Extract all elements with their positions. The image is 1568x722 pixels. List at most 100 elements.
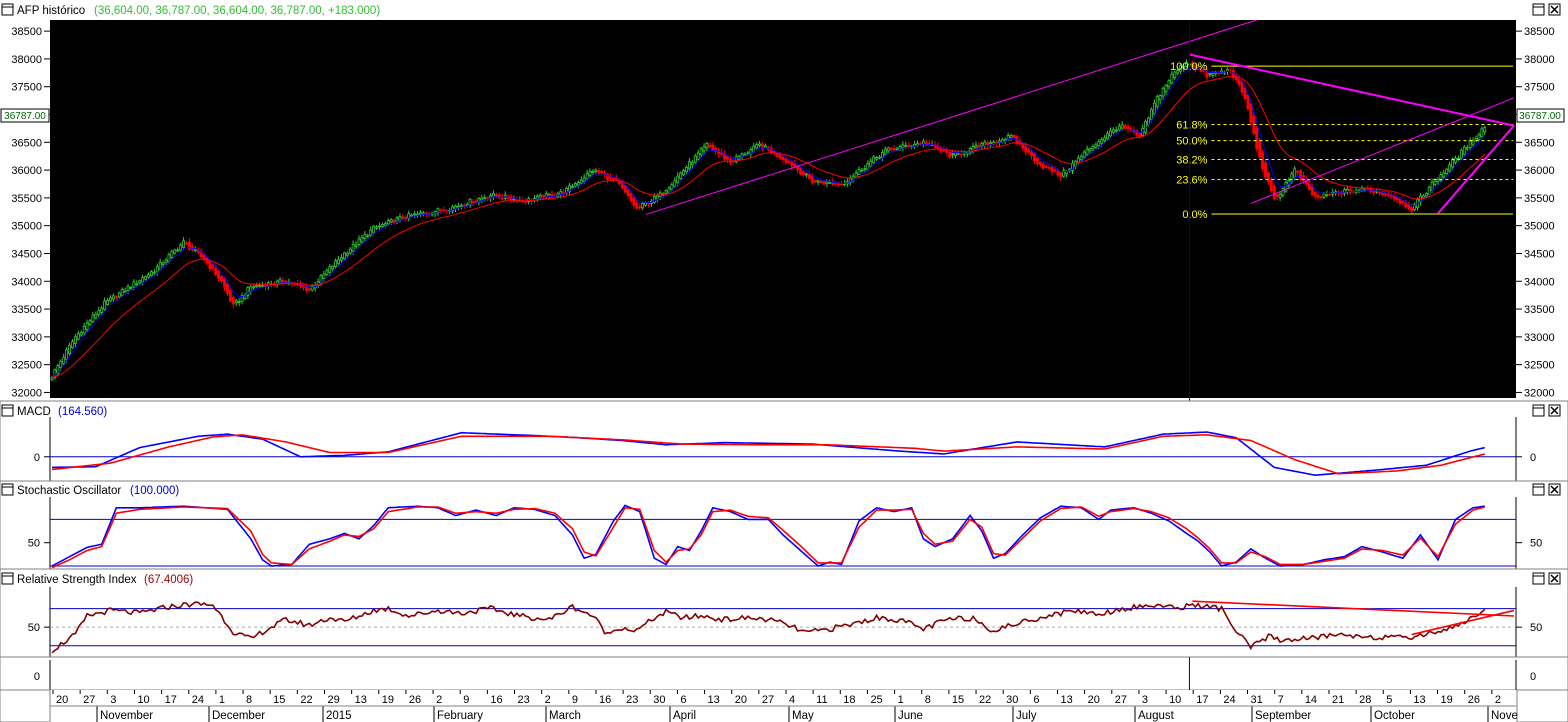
candle-up bbox=[1436, 178, 1440, 183]
maximize-icon[interactable] bbox=[1532, 404, 1545, 417]
candle-up bbox=[261, 284, 264, 287]
pane-window-icon[interactable] bbox=[1, 404, 14, 417]
date-tick-label: 10 bbox=[1169, 694, 1181, 706]
candle-up bbox=[158, 261, 162, 270]
candle-up bbox=[155, 266, 159, 273]
candle-up bbox=[989, 142, 993, 145]
date-tick-label: 16 bbox=[490, 694, 502, 706]
pane-window-icon[interactable] bbox=[1, 483, 14, 496]
candle-up bbox=[258, 285, 262, 288]
candle-up bbox=[1114, 129, 1118, 132]
price-tick-label: 35500 bbox=[1524, 193, 1555, 205]
candle-down bbox=[1138, 132, 1142, 137]
candle-down bbox=[217, 271, 221, 279]
close-icon[interactable] bbox=[1548, 3, 1561, 16]
price-tick-label: 38500 bbox=[11, 26, 42, 38]
candle-down bbox=[1319, 196, 1323, 199]
candle-up bbox=[147, 274, 150, 278]
candle-down bbox=[799, 167, 802, 175]
candle-down bbox=[1123, 125, 1127, 129]
close-icon[interactable] bbox=[1548, 572, 1561, 585]
candle-up bbox=[699, 148, 703, 155]
rsi-pane[interactable]: Relative Strength Index (67.4006) 50 50 bbox=[0, 568, 1568, 658]
pane-window-icon[interactable] bbox=[1, 3, 14, 16]
date-tick-label: 25 bbox=[870, 694, 882, 706]
candle-down bbox=[1261, 152, 1264, 169]
candle-down bbox=[1272, 185, 1276, 200]
candle-down bbox=[471, 201, 475, 204]
candle-up bbox=[68, 344, 71, 355]
candle-up bbox=[383, 223, 387, 226]
date-tick-label: 27 bbox=[1115, 694, 1127, 706]
maximize-icon[interactable] bbox=[1532, 3, 1545, 16]
chart-workspace[interactable]: AFP histórico (36,604.00, 36,787.00, 36,… bbox=[0, 0, 1568, 722]
date-tick-label: 29 bbox=[327, 694, 339, 706]
candle-down bbox=[1059, 172, 1063, 178]
pane-window-icon[interactable] bbox=[1, 572, 14, 585]
candle-down bbox=[1410, 207, 1414, 212]
candle-up bbox=[816, 180, 820, 183]
candle-up bbox=[106, 300, 109, 306]
candle-down bbox=[977, 145, 981, 148]
candle-down bbox=[787, 160, 791, 163]
candle-up bbox=[1421, 195, 1425, 199]
month-label: September bbox=[1255, 710, 1311, 722]
candle-up bbox=[895, 148, 899, 151]
candle-up bbox=[357, 238, 361, 245]
candle-up bbox=[588, 171, 592, 177]
close-icon[interactable] bbox=[1548, 404, 1561, 417]
candle-down bbox=[1056, 170, 1060, 176]
candle-up bbox=[1100, 139, 1104, 144]
candle-up bbox=[1164, 84, 1168, 93]
candle-up bbox=[372, 225, 376, 234]
stochastic-pane-values: (100.000) bbox=[130, 485, 179, 497]
candle-up bbox=[129, 287, 133, 290]
candle-down bbox=[1053, 169, 1057, 172]
candle-down bbox=[638, 206, 642, 209]
pane-tick-label: 50 bbox=[1530, 538, 1542, 550]
candle-down bbox=[1050, 166, 1054, 173]
candle-down bbox=[474, 200, 478, 203]
pane-tick-label: 50 bbox=[1530, 622, 1542, 634]
candle-up bbox=[170, 251, 174, 258]
month-label: June bbox=[898, 710, 923, 722]
candle-up bbox=[676, 175, 680, 184]
maximize-icon[interactable] bbox=[1532, 572, 1545, 585]
candle-down bbox=[942, 149, 946, 152]
candle-up bbox=[389, 219, 393, 223]
candle-down bbox=[1249, 103, 1253, 124]
candle-down bbox=[220, 276, 224, 282]
candle-up bbox=[459, 204, 463, 207]
candle-up bbox=[904, 145, 908, 148]
candle-down bbox=[404, 216, 408, 219]
candle-up bbox=[126, 286, 130, 291]
candle-down bbox=[214, 267, 218, 276]
candle-down bbox=[1407, 204, 1411, 210]
candle-down bbox=[1401, 201, 1405, 203]
date-tick-label: 30 bbox=[1006, 694, 1018, 706]
candle-up bbox=[331, 265, 335, 270]
candle-down bbox=[1035, 157, 1039, 164]
date-tick-label: 11 bbox=[816, 694, 827, 706]
candle-up bbox=[1097, 141, 1101, 147]
candle-up bbox=[85, 322, 89, 330]
rsi-pane-values: (67.4006) bbox=[144, 574, 193, 586]
date-tick-label: 16 bbox=[599, 694, 611, 706]
bottom-pane[interactable]: 00 bbox=[0, 656, 1568, 691]
candle-up bbox=[1465, 147, 1469, 150]
stochastic-pane[interactable]: Stochastic Oscillator (100.000) 50 50 bbox=[0, 480, 1568, 570]
date-axis-corner bbox=[0, 689, 51, 722]
candle-up bbox=[764, 145, 767, 148]
candle-up bbox=[413, 213, 417, 216]
close-icon[interactable] bbox=[1548, 483, 1561, 496]
date-tick-label: 3 bbox=[110, 694, 116, 706]
maximize-icon[interactable] bbox=[1532, 483, 1545, 496]
price-plot-area[interactable] bbox=[50, 20, 1516, 398]
macd-pane[interactable]: MACD (164.560) 0 0 bbox=[0, 400, 1568, 482]
candle-up bbox=[65, 349, 69, 360]
date-axis: 20 27 3 10 17 24 1 8 15 22 29 13 19 26 2 9 16 23 2 9 16 23 30 6… bbox=[0, 689, 1568, 722]
candle-up bbox=[1088, 148, 1092, 152]
date-tick-label: 17 bbox=[1196, 694, 1208, 706]
candle-down bbox=[495, 194, 498, 197]
date-tick-label: 13 bbox=[1413, 694, 1425, 706]
